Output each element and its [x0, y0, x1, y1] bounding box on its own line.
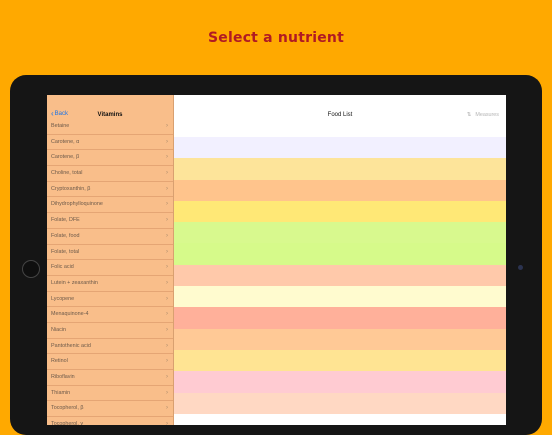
nutrient-label: Cryptoxanthin, β: [51, 185, 91, 192]
nutrient-label: Menaquinone-4: [51, 311, 89, 318]
chevron-right-icon: ›: [166, 311, 168, 318]
chevron-right-icon: ›: [166, 154, 168, 161]
detail-pane: Food List ⇅ Measures: [174, 95, 506, 425]
nutrient-list-item[interactable]: Folate, DFE ›: [47, 213, 173, 229]
food-row[interactable]: [174, 371, 506, 393]
sort-arrows-icon[interactable]: ⇅: [467, 112, 472, 118]
nutrient-list-item[interactable]: Lycopene ›: [47, 292, 173, 308]
chevron-right-icon: ›: [166, 421, 168, 425]
nutrient-list-item[interactable]: Riboflavin ›: [47, 370, 173, 386]
food-row[interactable]: [174, 392, 506, 414]
chevron-right-icon: ›: [166, 279, 168, 286]
nutrient-list-item[interactable]: Carotene, α ›: [47, 135, 173, 151]
nutrient-list-item[interactable]: Cryptoxanthin, β ›: [47, 182, 173, 198]
home-button[interactable]: [22, 260, 40, 278]
detail-title: Food List: [327, 112, 353, 118]
nutrient-label: Choline, total: [51, 170, 83, 177]
nutrient-list: Betaine › Carotene, α › Carotene, β › Choline,…: [47, 119, 173, 425]
chevron-right-icon: ›: [166, 217, 168, 224]
nutrient-label: Folate, total: [51, 248, 80, 255]
chevron-right-icon: ›: [166, 201, 168, 208]
chevron-right-icon: ›: [166, 123, 168, 129]
food-row[interactable]: [174, 158, 506, 180]
nutrient-list-item[interactable]: Lutein + zeaxanthin ›: [47, 276, 173, 292]
nutrient-list-item[interactable]: Folate, total ›: [47, 245, 173, 261]
page-headline: Select a nutrient: [208, 30, 344, 46]
sidebar-title: Vitamins: [97, 112, 123, 118]
nutrient-label: Folate, DFE: [51, 217, 80, 224]
nutrient-list-item[interactable]: Dihydrophylloquinone ›: [47, 197, 173, 214]
chevron-right-icon: ›: [166, 248, 168, 255]
food-row[interactable]: [174, 222, 506, 244]
measures-button[interactable]: Measures: [475, 112, 499, 118]
sidebar: ‹ Back Vitamins Betaine › Carotene, α › Caro…: [47, 95, 174, 425]
chevron-right-icon: ›: [166, 295, 168, 302]
nutrient-label: Betaine: [51, 123, 70, 129]
nutrient-label: Tocopherol, γ: [51, 421, 84, 425]
nutrient-label: Folate, food: [51, 232, 80, 239]
food-row[interactable]: [174, 137, 506, 159]
app-screen: 4:41 PM Wed Feb 22 100% ‹ Back Vitamins …: [47, 95, 506, 425]
food-row[interactable]: [174, 200, 506, 223]
nutrient-list-item[interactable]: Thiamin ›: [47, 386, 173, 402]
chevron-right-icon: ›: [166, 342, 168, 349]
chevron-right-icon: ›: [166, 326, 168, 333]
nutrient-list-item[interactable]: Choline, total ›: [47, 166, 173, 182]
food-row[interactable]: [174, 349, 506, 372]
detail-navbar: Food List ⇅ Measures: [174, 105, 506, 127]
chevron-right-icon: ›: [166, 264, 168, 271]
chevron-right-icon: ›: [166, 389, 168, 396]
food-row[interactable]: [174, 243, 506, 265]
nutrient-list-item[interactable]: Retinol ›: [47, 354, 173, 370]
nutrient-list-item[interactable]: Tocopherol, γ ›: [47, 417, 173, 425]
nutrient-label: Folic acid: [51, 264, 74, 271]
food-row[interactable]: [174, 307, 506, 329]
food-row[interactable]: [174, 286, 506, 308]
nutrient-list-item[interactable]: Menaquinone-4 ›: [47, 307, 173, 323]
chevron-right-icon: ›: [166, 170, 168, 177]
nutrient-label: Niacin: [51, 326, 66, 333]
nutrient-list-item[interactable]: Folic acid ›: [47, 260, 173, 276]
nutrient-label: Thiamin: [51, 389, 71, 396]
nutrient-list-item[interactable]: Carotene, β ›: [47, 150, 173, 167]
nutrient-label: Carotene, α: [51, 138, 80, 145]
chevron-right-icon: ›: [166, 358, 168, 365]
chevron-right-icon: ›: [166, 185, 168, 192]
camera-dot: [518, 265, 523, 270]
nutrient-list-item[interactable]: Niacin ›: [47, 323, 173, 339]
chevron-right-icon: ›: [166, 232, 168, 239]
nutrient-list-item[interactable]: Betaine ›: [47, 119, 173, 135]
nutrient-label: Carotene, β: [51, 154, 80, 161]
chevron-right-icon: ›: [166, 138, 168, 145]
food-row[interactable]: [174, 179, 506, 201]
detail-actions: ⇅ Measures: [467, 112, 499, 118]
nutrient-list-item[interactable]: Tocopherol, β ›: [47, 401, 173, 418]
nutrient-label: Tocopherol, β: [51, 405, 84, 412]
food-row[interactable]: [174, 328, 506, 350]
nutrient-label: Dihydrophylloquinone: [51, 201, 103, 208]
nutrient-label: Pantothenic acid: [51, 342, 91, 349]
nutrient-list-item[interactable]: Folate, food ›: [47, 229, 173, 245]
chevron-right-icon: ›: [166, 374, 168, 380]
nutrient-label: Retinol: [51, 358, 68, 365]
food-list: [174, 137, 506, 414]
food-row[interactable]: [174, 264, 506, 287]
nutrient-list-item[interactable]: Pantothenic acid ›: [47, 339, 173, 355]
nutrient-label: Lutein + zeaxanthin: [51, 279, 98, 286]
nutrient-label: Lycopene: [51, 295, 75, 302]
nutrient-label: Riboflavin: [51, 374, 75, 380]
